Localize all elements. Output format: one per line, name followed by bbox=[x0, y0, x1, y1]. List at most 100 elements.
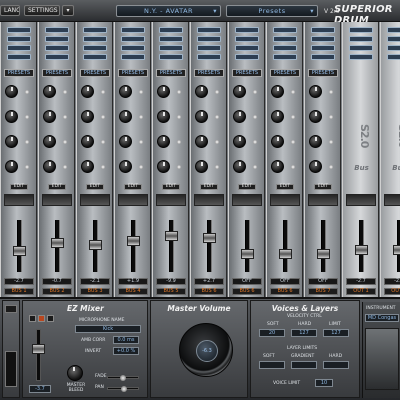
edit-button[interactable]: EDIT bbox=[162, 184, 180, 190]
routing-slot[interactable] bbox=[159, 45, 183, 51]
settings-button[interactable]: SETTINGS bbox=[24, 5, 60, 16]
mute-button[interactable] bbox=[38, 315, 45, 322]
channel-knob[interactable] bbox=[233, 160, 246, 173]
balance-button[interactable]: LANCE bbox=[0, 5, 20, 16]
routing-slot[interactable] bbox=[349, 45, 373, 51]
fader-cap[interactable] bbox=[89, 240, 102, 251]
fade-slider[interactable] bbox=[107, 375, 139, 381]
left-toggle[interactable] bbox=[5, 305, 17, 313]
fader-cap[interactable] bbox=[127, 235, 140, 246]
routing-slot[interactable] bbox=[45, 36, 69, 42]
bus-assign-button[interactable]: BUS 3 bbox=[80, 288, 110, 295]
fader-track[interactable] bbox=[321, 220, 326, 272]
routing-slot[interactable] bbox=[311, 54, 335, 60]
routing-slot[interactable] bbox=[197, 45, 221, 51]
channel-volume-value[interactable]: OFF bbox=[270, 278, 300, 285]
channel-volume-value[interactable]: -9.9 bbox=[156, 278, 186, 285]
channel-knob[interactable] bbox=[157, 135, 170, 148]
preset-button[interactable]: PRESETS bbox=[80, 69, 110, 77]
preset-button[interactable]: PRESETS bbox=[156, 69, 186, 77]
bus-volume-value[interactable]: -2.7 bbox=[384, 278, 400, 285]
channel-knob[interactable] bbox=[119, 110, 132, 123]
preset-button[interactable]: PRESETS bbox=[42, 69, 72, 77]
layer-gradient-field[interactable] bbox=[291, 361, 317, 369]
channel-knob[interactable] bbox=[271, 160, 284, 173]
fader-cap[interactable] bbox=[51, 237, 64, 248]
ez-fader-cap[interactable] bbox=[32, 344, 45, 354]
routing-slot[interactable] bbox=[197, 36, 221, 42]
routing-slot[interactable] bbox=[83, 54, 107, 60]
bus-assign-button[interactable]: BUS 7 bbox=[308, 288, 338, 295]
routing-slot[interactable] bbox=[7, 36, 31, 42]
edit-button[interactable]: EDIT bbox=[86, 184, 104, 190]
routing-slot[interactable] bbox=[235, 54, 259, 60]
bus-assign-button[interactable]: BUS 4 bbox=[118, 288, 148, 295]
fader-cap[interactable] bbox=[279, 249, 292, 260]
routing-slot[interactable] bbox=[159, 36, 183, 42]
bus-assign-button[interactable]: BUS 5 bbox=[156, 288, 186, 295]
channel-knob[interactable] bbox=[157, 110, 170, 123]
channel-knob[interactable] bbox=[233, 110, 246, 123]
routing-slot[interactable] bbox=[273, 27, 297, 33]
channel-volume-value[interactable]: -2.7 bbox=[4, 278, 34, 285]
fader-cap[interactable] bbox=[165, 230, 178, 241]
routing-slot[interactable] bbox=[159, 27, 183, 33]
routing-slot[interactable] bbox=[273, 45, 297, 51]
routing-slot[interactable] bbox=[349, 27, 373, 33]
instrument-field[interactable]: MD Congas bbox=[365, 314, 399, 322]
master-volume-knob[interactable]: -6.3 bbox=[179, 323, 233, 377]
bus-volume-value[interactable]: -2.7 bbox=[346, 278, 376, 285]
routing-slot[interactable] bbox=[387, 36, 400, 42]
channel-knob[interactable] bbox=[195, 160, 208, 173]
routing-slot[interactable] bbox=[159, 54, 183, 60]
channel-knob[interactable] bbox=[233, 135, 246, 148]
routing-slot[interactable] bbox=[197, 27, 221, 33]
routing-slot[interactable] bbox=[235, 45, 259, 51]
layer-soft-field[interactable] bbox=[259, 361, 285, 369]
settings-dropdown-button[interactable]: ▾ bbox=[62, 5, 74, 16]
edit-button[interactable]: EDIT bbox=[200, 184, 218, 190]
amb-corr-field[interactable]: 0.0 ms bbox=[113, 336, 139, 344]
preset-button[interactable]: PRESETS bbox=[194, 69, 224, 77]
channel-knob[interactable] bbox=[157, 160, 170, 173]
routing-slot[interactable] bbox=[45, 27, 69, 33]
preset-button[interactable]: PRESETS bbox=[232, 69, 262, 77]
mic-name-field[interactable]: Kick bbox=[75, 325, 141, 333]
fader-track[interactable] bbox=[207, 220, 212, 272]
channel-knob[interactable] bbox=[309, 85, 322, 98]
channel-knob[interactable] bbox=[233, 85, 246, 98]
velocity-hard-field[interactable]: 127 bbox=[291, 329, 317, 337]
channel-volume-value[interactable]: OFF bbox=[308, 278, 338, 285]
channel-knob[interactable] bbox=[81, 85, 94, 98]
bus-assign-button[interactable]: BUS 1 bbox=[4, 288, 34, 295]
edit-button[interactable]: EDIT bbox=[124, 184, 142, 190]
channel-knob[interactable] bbox=[119, 85, 132, 98]
fader-track[interactable] bbox=[283, 220, 288, 272]
routing-slot[interactable] bbox=[311, 36, 335, 42]
layer-hard-field[interactable] bbox=[323, 361, 349, 369]
channel-knob[interactable] bbox=[309, 135, 322, 148]
edit-button[interactable]: EDIT bbox=[238, 184, 256, 190]
channel-knob[interactable] bbox=[43, 160, 56, 173]
routing-slot[interactable] bbox=[273, 54, 297, 60]
routing-slot[interactable] bbox=[387, 27, 400, 33]
pan-slider[interactable] bbox=[107, 386, 139, 392]
channel-knob[interactable] bbox=[271, 85, 284, 98]
channel-volume-value[interactable]: -2.1 bbox=[80, 278, 110, 285]
output-assign-button[interactable]: OUT 1 bbox=[384, 288, 400, 295]
voice-limit-field[interactable]: 10 bbox=[315, 379, 333, 387]
channel-knob[interactable] bbox=[309, 160, 322, 173]
invert-field[interactable]: +0.0 % bbox=[113, 347, 139, 355]
channel-knob[interactable] bbox=[5, 110, 18, 123]
bus-assign-button[interactable]: BUS 6 bbox=[270, 288, 300, 295]
routing-slot[interactable] bbox=[83, 27, 107, 33]
routing-slot[interactable] bbox=[311, 27, 335, 33]
channel-knob[interactable] bbox=[157, 85, 170, 98]
kit-selector[interactable]: N.Y. - AVATAR ▾ bbox=[116, 5, 221, 17]
channel-knob[interactable] bbox=[195, 85, 208, 98]
routing-slot[interactable] bbox=[7, 54, 31, 60]
channel-knob[interactable] bbox=[81, 135, 94, 148]
channel-knob[interactable] bbox=[5, 135, 18, 148]
fader-track[interactable] bbox=[245, 220, 250, 272]
bus-assign-button[interactable]: BUS 6 bbox=[232, 288, 262, 295]
